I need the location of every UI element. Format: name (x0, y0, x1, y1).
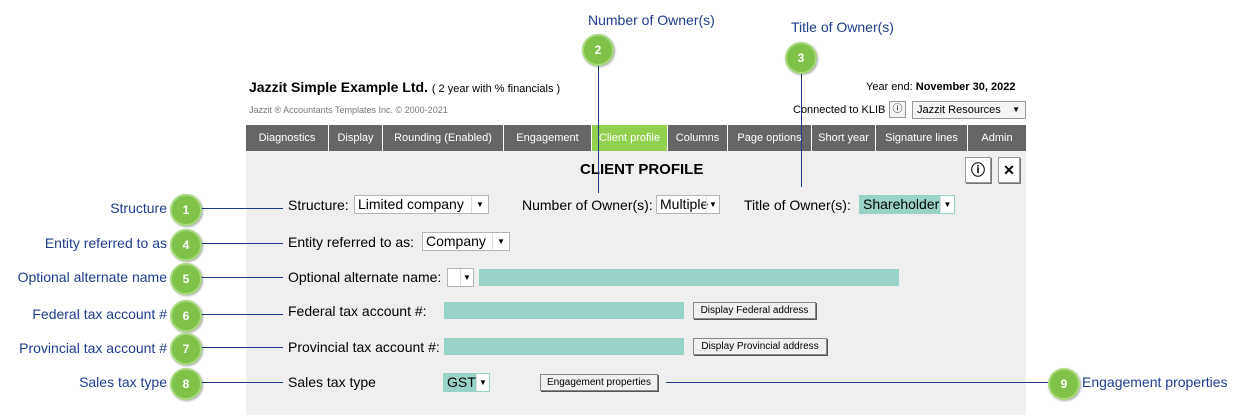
callout-label-federal: Federal tax account # (32, 306, 167, 322)
year-end: Year end: November 30, 2022 (866, 81, 1015, 93)
callout-badge-5: 5 (170, 263, 202, 295)
callout-line-federal (198, 314, 283, 315)
callout-badge-4: 4 (170, 229, 202, 261)
company-name: Jazzit Simple Example Ltd. ( 2 year with… (249, 79, 560, 95)
callout-label-structure: Structure (110, 200, 167, 216)
callout-line-sales-tax (198, 382, 283, 383)
tab-short-year[interactable]: Short year (812, 125, 876, 151)
structure-value: Limited company (358, 196, 464, 212)
chevron-down-icon: ▼ (476, 374, 489, 391)
alt-name-label: Optional alternate name: (288, 269, 442, 285)
owners-select[interactable]: Multiple ▼ (656, 195, 720, 214)
callout-badge-2: 2 (582, 34, 614, 66)
tab-page-options[interactable]: Page options (728, 125, 812, 151)
resources-label: Jazzit Resources (917, 104, 1001, 116)
chevron-down-icon: ▼ (471, 196, 488, 213)
copyright: Jazzit ® Accountants Templates Inc. © 20… (249, 105, 448, 115)
callout-line-owners (598, 62, 599, 193)
owners-label: Number of Owner(s): (522, 197, 653, 213)
callout-label-alt-name: Optional alternate name (17, 269, 167, 285)
year-end-label: Year end: (866, 81, 913, 93)
callout-label-entity: Entity referred to as (44, 235, 167, 251)
callout-line-alt-name (198, 277, 283, 278)
callout-badge-3: 3 (785, 42, 817, 74)
sales-tax-label: Sales tax type (288, 374, 376, 390)
tab-bar: Diagnostics Display Rounding (Enabled) E… (246, 125, 1026, 151)
info-icon[interactable]: ⓘ (889, 101, 906, 118)
tab-client-profile[interactable]: Client profile (592, 125, 668, 151)
entity-select[interactable]: Company ▼ (422, 232, 510, 251)
chevron-down-icon: ▼ (492, 233, 509, 250)
display-provincial-address-button[interactable]: Display Provincial address (693, 338, 827, 355)
callout-label-engagement: Engagement properties (1082, 374, 1228, 390)
display-federal-address-button[interactable]: Display Federal address (693, 302, 816, 319)
title-owner-select[interactable]: Shareholder ▼ (859, 195, 955, 214)
tab-engagement[interactable]: Engagement (504, 125, 592, 151)
callout-badge-8: 8 (170, 368, 202, 400)
tab-signature-lines[interactable]: Signature lines (876, 125, 968, 151)
provincial-input[interactable] (444, 338, 684, 355)
title-owner-value: Shareholder (863, 196, 940, 212)
tab-columns[interactable]: Columns (668, 125, 728, 151)
chevron-down-icon: ▼ (1012, 105, 1020, 114)
callout-label-provincial: Provincial tax account # (19, 340, 167, 356)
callout-label-owners: Number of Owner(s) (588, 12, 715, 28)
callout-badge-6: 6 (170, 300, 202, 332)
callout-line-title-owner (801, 70, 802, 187)
resources-dropdown[interactable]: Jazzit Resources ▼ (912, 101, 1026, 119)
chevron-down-icon: ▼ (706, 196, 719, 213)
tab-rounding[interactable]: Rounding (Enabled) (383, 125, 504, 151)
owners-value: Multiple (660, 196, 709, 212)
callout-badge-9: 9 (1048, 368, 1080, 400)
tab-diagnostics[interactable]: Diagnostics (246, 125, 329, 151)
federal-input[interactable] (444, 302, 684, 319)
company-title: Jazzit Simple Example Ltd. (249, 79, 428, 95)
sales-tax-select[interactable]: GST ▼ (443, 373, 490, 392)
alt-name-select[interactable]: ▼ (447, 268, 474, 287)
callout-badge-1: 1 (170, 194, 202, 226)
callout-badge-7: 7 (170, 333, 202, 365)
chevron-down-icon: ▼ (460, 269, 473, 286)
info-button[interactable]: ⓘ (965, 157, 991, 183)
provincial-label: Provincial tax account #: (288, 339, 440, 355)
entity-label: Entity referred to as: (288, 234, 415, 250)
company-note: ( 2 year with % financials ) (431, 83, 561, 95)
entity-value: Company (426, 233, 486, 249)
federal-label: Federal tax account #: (288, 303, 427, 319)
tab-display[interactable]: Display (329, 125, 383, 151)
close-icon[interactable]: ✕ (998, 157, 1020, 183)
engagement-properties-button[interactable]: Engagement properties (540, 374, 658, 391)
callout-label-sales-tax: Sales tax type (79, 374, 167, 390)
title-owner-label: Title of Owner(s): (744, 197, 851, 213)
callout-line-entity (198, 243, 283, 244)
callout-line-engagement (666, 382, 1048, 383)
alt-name-input[interactable] (479, 269, 899, 286)
connection-status: Connected to KLIB (793, 104, 886, 116)
callout-line-structure (198, 208, 283, 209)
callout-label-title-owner: Title of Owner(s) (791, 19, 894, 35)
tab-admin[interactable]: Admin (968, 125, 1026, 151)
callout-line-provincial (198, 347, 283, 348)
chevron-down-icon: ▼ (940, 196, 954, 213)
year-end-value: November 30, 2022 (915, 81, 1016, 93)
sales-tax-value: GST (447, 374, 476, 390)
structure-label: Structure: (288, 197, 349, 213)
structure-select[interactable]: Limited company ▼ (354, 195, 489, 214)
